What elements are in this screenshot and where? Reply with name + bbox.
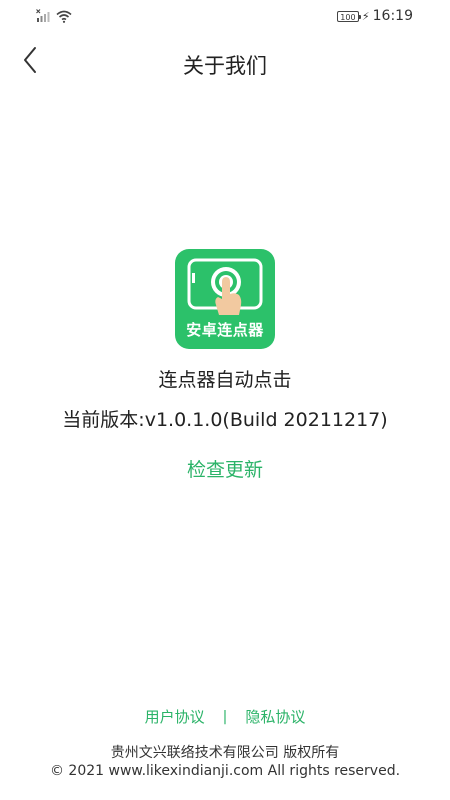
link-separator: | xyxy=(222,708,228,725)
charging-icon: ⚡ xyxy=(361,9,370,23)
version-text: 当前版本:v1.0.1.0(Build 20211217) xyxy=(62,409,388,431)
footer-links: 用户协议 | 隐私协议 xyxy=(0,706,450,727)
battery-indicator: 100 xyxy=(336,10,361,22)
page-title: 关于我们 xyxy=(183,54,267,78)
app-name: 连点器自动点击 xyxy=(158,369,292,391)
check-update-wrapper: 检查更新 xyxy=(0,455,450,482)
status-left xyxy=(36,8,72,27)
title-bar: 关于我们 xyxy=(0,38,450,88)
user-agreement-link[interactable]: 用户协议 xyxy=(145,706,205,727)
company-name: 贵州文兴联络技术有限公司 版权所有 xyxy=(110,745,340,761)
wifi-icon xyxy=(56,8,72,27)
check-update-link[interactable]: 检查更新 xyxy=(187,459,263,481)
status-time: 16:19 xyxy=(372,8,413,24)
status-right: 100 ⚡ 16:19 xyxy=(336,8,413,24)
app-icon-label: 安卓连点器 xyxy=(186,321,264,339)
privacy-policy-link[interactable]: 隐私协议 xyxy=(245,706,305,727)
copyright-text: © 2021 www.likexindianji.com All rights … xyxy=(49,763,401,779)
signal-off-icon xyxy=(36,8,50,27)
app-icon: 安卓连点器 xyxy=(175,249,275,349)
status-bar: 100 ⚡ 16:19 xyxy=(0,0,450,34)
